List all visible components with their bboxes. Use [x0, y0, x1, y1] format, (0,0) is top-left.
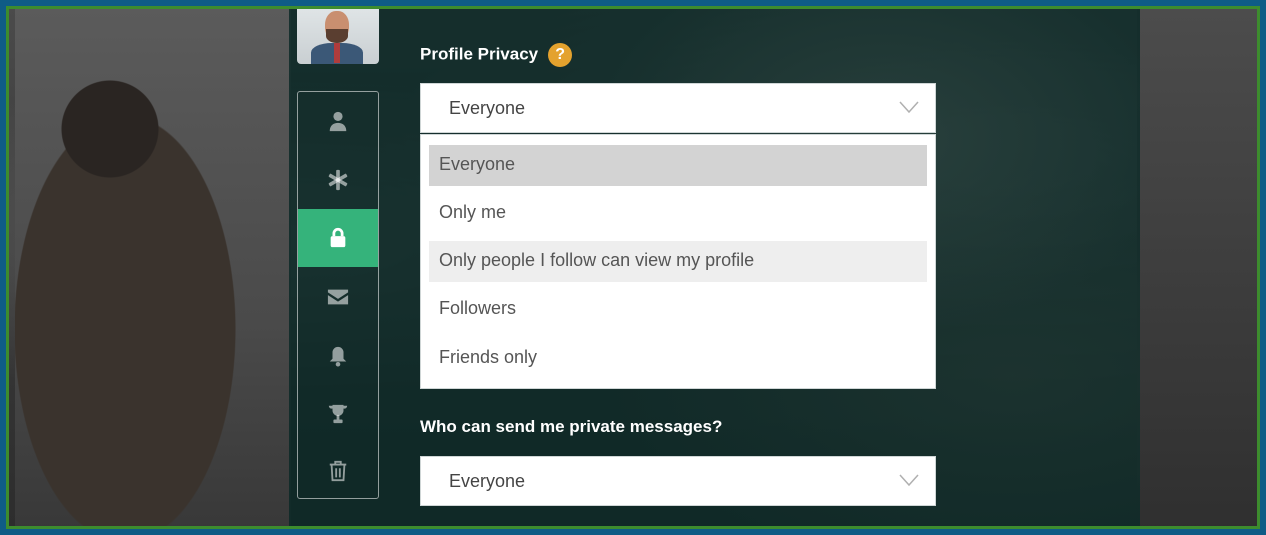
- help-icon[interactable]: ?: [548, 43, 573, 67]
- profile-privacy-select[interactable]: Everyone: [420, 83, 936, 133]
- option-everyone[interactable]: Everyone: [429, 145, 927, 186]
- sidebar-item-password[interactable]: [298, 151, 378, 209]
- asterisk-icon: [328, 169, 348, 191]
- sidebar-item-notifications[interactable]: [298, 327, 378, 385]
- option-friends-only[interactable]: Friends only: [429, 338, 927, 379]
- option-only-people-i-follow[interactable]: Only people I follow can view my profile: [429, 241, 927, 282]
- envelope-icon: [327, 289, 349, 305]
- sidebar-item-achievements[interactable]: [298, 385, 378, 443]
- background-photo-right: [1137, 9, 1257, 526]
- background-photo-left: [15, 9, 291, 526]
- sidebar-item-delete-account[interactable]: [298, 442, 378, 500]
- user-icon: [329, 111, 347, 132]
- option-only-me[interactable]: Only me: [429, 193, 927, 234]
- private-messages-select[interactable]: Everyone: [420, 456, 936, 506]
- bell-icon: [329, 346, 347, 367]
- sidebar-item-privacy[interactable]: [298, 209, 378, 267]
- chevron-down-icon: [899, 101, 919, 114]
- chevron-down-icon: [899, 474, 919, 487]
- private-messages-label: Who can send me private messages?: [420, 417, 723, 436]
- avatar[interactable]: [297, 9, 379, 64]
- profile-privacy-label: Profile Privacy?: [420, 43, 573, 67]
- lock-icon: [330, 227, 346, 248]
- trophy-icon: [328, 404, 348, 424]
- app-frame: Profile Privacy? Everyone Everyone Only …: [6, 6, 1260, 529]
- option-followers[interactable]: Followers: [429, 289, 927, 330]
- profile-privacy-value: Everyone: [449, 98, 526, 118]
- private-messages-value: Everyone: [449, 471, 526, 491]
- trash-icon: [329, 460, 347, 482]
- sidebar-item-profile[interactable]: [298, 92, 378, 150]
- sidebar-item-messages[interactable]: [298, 268, 378, 326]
- profile-privacy-dropdown: Everyone Only me Only people I follow ca…: [420, 134, 936, 389]
- settings-sidebar: [297, 91, 379, 499]
